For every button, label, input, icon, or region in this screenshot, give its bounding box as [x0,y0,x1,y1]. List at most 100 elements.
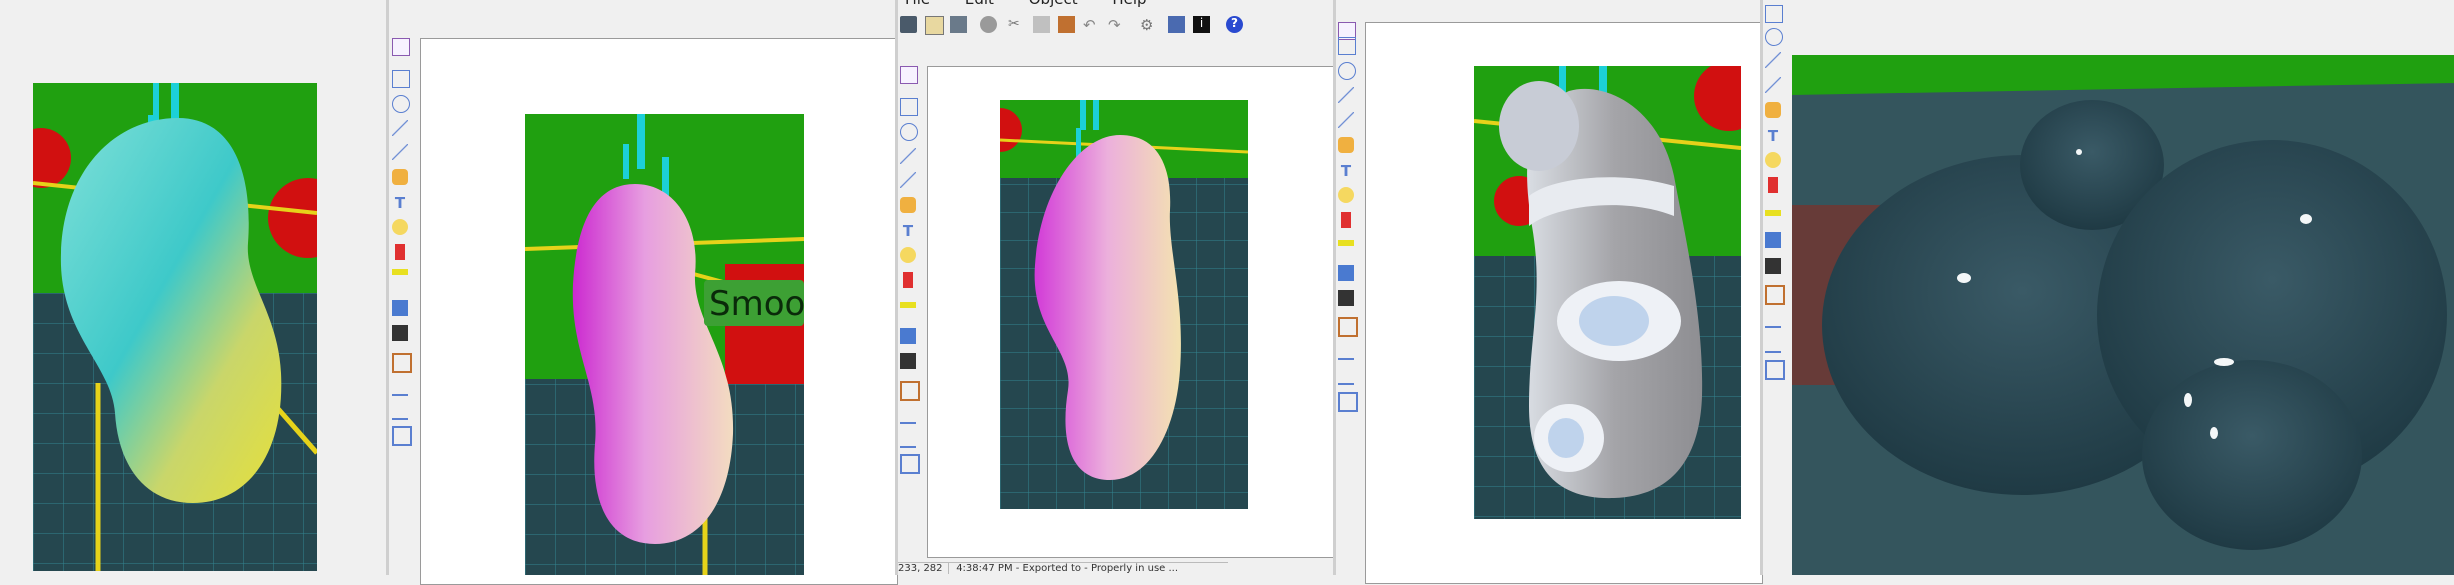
info-icon[interactable]: i [1193,16,1210,33]
red-sphere [268,178,317,258]
badge-tool-icon[interactable] [1341,212,1351,228]
menu-file[interactable]: File [905,0,930,8]
tool-palette-5: T [1763,0,1787,420]
zoom-fit-tool-icon[interactable] [900,454,920,474]
text-tool-icon[interactable]: T [1338,162,1354,180]
highlighter-tool-icon[interactable] [900,302,916,308]
panel-divider [386,0,389,575]
callout-tool-icon[interactable] [392,219,408,235]
skew-tool-icon[interactable] [392,402,408,420]
line-tool-icon[interactable] [900,148,916,164]
stamp-tool-icon[interactable] [900,353,916,369]
highlighter-tool-icon[interactable] [1765,210,1781,216]
paint-tool-icon[interactable] [900,197,916,213]
menu-bar: File Edit Object Help [905,0,1177,8]
scene-panel-5 [1792,55,2454,575]
rotate-tool-icon[interactable] [1765,310,1781,328]
save-icon[interactable] [900,16,917,33]
image-tool-icon[interactable] [392,300,408,316]
menu-edit[interactable]: Edit [965,0,994,8]
scene-render-3 [1000,100,1248,509]
connector-tool-icon[interactable] [1765,77,1781,93]
settings-icon[interactable]: ⚙ [1140,16,1157,34]
tool-palette-2: T [390,38,414,458]
properties-icon[interactable] [1168,16,1185,33]
skew-tool-icon[interactable] [1338,367,1354,385]
tool-palette-3: T [898,66,922,486]
paint-tool-icon[interactable] [1765,102,1781,118]
rectangle-tool-icon[interactable] [392,70,410,88]
overlay-label: Smoo [709,284,804,324]
print-icon[interactable] [950,16,967,33]
scene-render-5 [1792,83,2454,575]
blob-lobe [1499,81,1579,171]
status-bar: 233, 282 4:38:47 PM - Exported to - Prop… [898,562,1228,576]
paint-tool-icon[interactable] [392,169,408,185]
cut-icon[interactable]: ✂ [1008,16,1025,33]
menu-object[interactable]: Object [1029,0,1078,8]
redo-icon[interactable]: ↷ [1108,16,1125,34]
ellipse-tool-icon[interactable] [1338,62,1356,80]
badge-tool-icon[interactable] [395,244,405,260]
image-tool-icon[interactable] [900,328,916,344]
callout-tool-icon[interactable] [1338,187,1354,203]
dark-blob [2142,360,2362,550]
zoom-fit-tool-icon[interactable] [1765,360,1785,380]
copy-icon[interactable] [1033,16,1050,33]
badge-tool-icon[interactable] [1768,177,1778,193]
line-tool-icon[interactable] [1765,52,1781,68]
line-tool-icon[interactable] [392,120,408,136]
rectangle-tool-icon[interactable] [1765,5,1783,23]
image-tool-icon[interactable] [1338,265,1354,281]
badge-tool-icon[interactable] [903,272,913,288]
scene-render-1 [33,83,317,571]
connector-tool-icon[interactable] [1338,112,1354,128]
callout-tool-icon[interactable] [1765,152,1781,168]
text-tool-icon[interactable]: T [392,194,408,212]
connector-tool-icon[interactable] [900,172,916,188]
skew-tool-icon[interactable] [1765,335,1781,353]
paste-icon[interactable] [925,16,944,35]
rotate-tool-icon[interactable] [1338,342,1354,360]
ellipse-tool-icon[interactable] [1765,28,1783,46]
text-tool-icon[interactable]: T [1765,127,1781,145]
help-icon[interactable]: ? [1226,16,1243,33]
scene-panel-3 [1000,100,1248,509]
blob-object [572,184,734,544]
scene-render-2 [525,114,804,575]
select-tool-icon[interactable] [392,38,410,56]
paint-tool-icon[interactable] [1338,137,1354,153]
scene-panel-4 [1474,66,1741,519]
paste-special-icon[interactable] [1058,16,1075,33]
scene-render-4 [1474,66,1741,519]
ellipse-tool-icon[interactable] [900,123,918,141]
connector-tool-icon[interactable] [392,144,408,160]
delete-icon[interactable] [980,16,997,33]
callout-tool-icon[interactable] [900,247,916,263]
image-tool-icon[interactable] [1765,232,1781,248]
select-tool-icon[interactable] [900,66,918,84]
line-tool-icon[interactable] [1338,87,1354,103]
undo-icon[interactable]: ↶ [1083,16,1100,34]
ellipse-tool-icon[interactable] [392,95,410,113]
stamp-tool-icon[interactable] [392,325,408,341]
rectangle-tool-icon[interactable] [900,98,918,116]
crop-tool-icon[interactable] [900,381,920,401]
skew-tool-icon[interactable] [900,430,916,448]
crop-tool-icon[interactable] [1765,285,1785,305]
highlighter-tool-icon[interactable] [392,269,408,275]
zoom-fit-tool-icon[interactable] [1338,392,1358,412]
rectangle-tool-icon[interactable] [1338,37,1356,55]
stamp-tool-icon[interactable] [1765,258,1781,274]
rotate-tool-icon[interactable] [392,378,408,396]
text-tool-icon[interactable]: T [900,222,916,240]
menu-help[interactable]: Help [1112,0,1146,8]
zoom-fit-tool-icon[interactable] [392,426,412,446]
tool-palette-4: T [1336,22,1360,442]
stamp-tool-icon[interactable] [1338,290,1354,306]
rotate-tool-icon[interactable] [900,406,916,424]
highlighter-tool-icon[interactable] [1338,240,1354,246]
crop-tool-icon[interactable] [1338,317,1358,337]
scene-panel-2: Smoo [525,114,804,575]
crop-tool-icon[interactable] [392,353,412,373]
